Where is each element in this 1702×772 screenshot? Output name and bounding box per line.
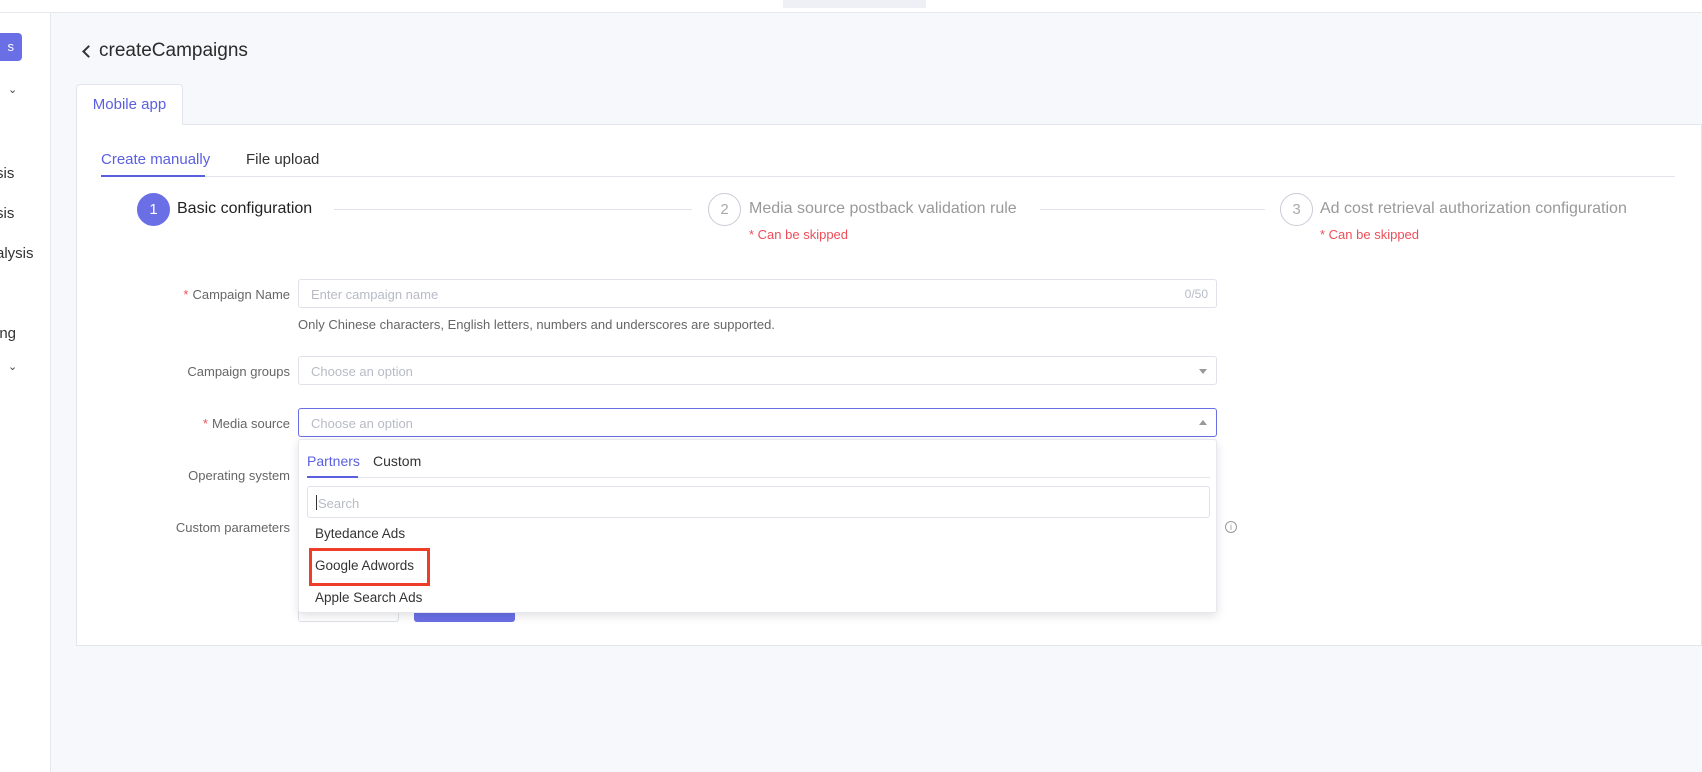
- step-connector: [1040, 209, 1265, 210]
- step-3-circle: 3: [1280, 193, 1313, 226]
- media-source-placeholder: Choose an option: [311, 416, 413, 431]
- step-1-circle: 1: [137, 193, 170, 226]
- media-source-dropdown: Partners Custom Search Bytedance Ads Goo…: [298, 439, 1217, 613]
- tab-create-manually[interactable]: Create manually: [101, 151, 210, 168]
- page-header: createCampaigns: [79, 38, 248, 64]
- sidebar-item-1[interactable]: sis: [0, 165, 14, 182]
- dropdown-search-input[interactable]: Search: [307, 486, 1210, 518]
- tab-custom[interactable]: Custom: [373, 453, 421, 469]
- active-tab-indicator: [307, 476, 358, 478]
- step-2-circle: 2: [708, 193, 741, 226]
- campaign-name-placeholder: Enter campaign name: [311, 287, 439, 302]
- media-source-label: * Media source: [202, 416, 290, 431]
- tab-file-upload[interactable]: File upload: [246, 151, 319, 168]
- media-source-select[interactable]: Choose an option: [298, 408, 1217, 437]
- step-3-title: Ad cost retrieval authorization configur…: [1320, 200, 1627, 217]
- subtabs: Create manually File upload: [101, 143, 1675, 177]
- tab-partners[interactable]: Partners: [307, 453, 360, 469]
- option-apple-search-ads[interactable]: Apple Search Ads: [315, 590, 422, 605]
- active-tab-indicator: [101, 175, 205, 177]
- dropdown-tabs: Partners Custom: [307, 440, 1210, 478]
- sidebar-item-3[interactable]: alysis: [0, 245, 34, 262]
- campaign-groups-label: Campaign groups: [187, 364, 290, 379]
- sidebar-item-4[interactable]: ing: [0, 325, 16, 342]
- campaign-groups-select[interactable]: Choose an option: [298, 356, 1217, 385]
- sidebar-item-2[interactable]: sis: [0, 205, 14, 222]
- required-mark: *: [202, 416, 208, 431]
- step-1-title: Basic configuration: [177, 200, 313, 217]
- char-counter: 0/50: [1184, 287, 1208, 301]
- top-bar-tab[interactable]: [783, 0, 926, 8]
- top-bar: [0, 0, 1702, 13]
- option-bytedance-ads[interactable]: Bytedance Ads: [315, 526, 405, 541]
- caret-up-icon: [1199, 420, 1207, 425]
- campaign-name-input[interactable]: Enter campaign name 0/50: [298, 279, 1217, 308]
- sidebar-top-button[interactable]: s: [0, 33, 22, 61]
- campaign-name-label: * Campaign Name: [183, 287, 290, 302]
- step-3-note: * Can be skipped: [1320, 227, 1420, 242]
- custom-parameters-label: Custom parameters: [175, 520, 290, 535]
- tab-mobile-app[interactable]: Mobile app: [76, 84, 183, 125]
- search-placeholder: Search: [318, 496, 360, 511]
- step-connector: [334, 209, 692, 210]
- text-cursor: [316, 495, 317, 510]
- operating-system-label: Operating system: [188, 468, 290, 483]
- campaign-groups-placeholder: Choose an option: [311, 364, 413, 379]
- sidebar: s ⌄ sis sis alysis ing ⌄: [0, 13, 51, 772]
- required-mark: *: [183, 287, 189, 302]
- step-2-title: Media source postback validation rule: [749, 200, 1017, 217]
- chevron-down-icon[interactable]: ⌄: [8, 360, 17, 373]
- chevron-left-icon[interactable]: [79, 44, 93, 58]
- caret-down-icon: [1199, 369, 1207, 374]
- page-title: createCampaigns: [99, 40, 248, 61]
- step-2-note: * Can be skipped: [749, 227, 849, 242]
- chevron-down-icon[interactable]: ⌄: [8, 83, 17, 96]
- info-icon[interactable]: i: [1225, 521, 1237, 533]
- highlight-box: [309, 548, 430, 586]
- campaign-name-hint: Only Chinese characters, English letters…: [298, 317, 775, 332]
